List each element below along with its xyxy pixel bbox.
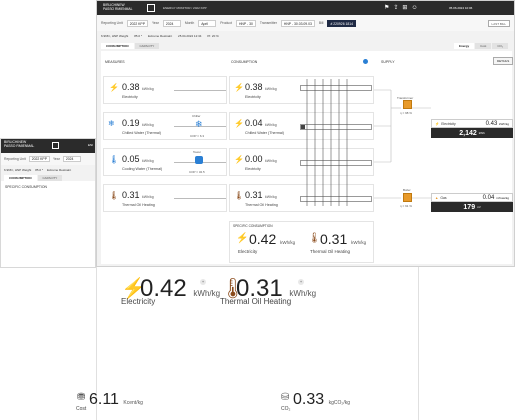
specific-consumption-detail: ⚡ 0.42 kWh/kg + Electricity 🌡 0.31 kWh/k… [76,267,419,420]
status-extra: 85.0 ⁿ [35,167,44,172]
status-extra: 85.0 ⁿ [134,33,143,38]
boiler-icon [403,193,412,202]
alert-icon[interactable]: ⚑ [384,4,389,12]
tab-capacity[interactable]: CAPACITY [37,175,63,181]
tab-consumption[interactable]: CONSUMPTION [4,175,37,181]
status-state: Extreme Restraint [148,33,173,38]
supply-card-top: ▲ Gas 0.04 m³Gas/kg [431,193,513,202]
product-select[interactable]: HNP - 30 [235,19,256,27]
logo-icon [147,4,155,12]
bill-label: Bill [318,21,324,25]
left-content: SPECIFIC CONSUMPTION [1,181,95,267]
supply-card-top: ⚡ Electricity 0.43 kWh/kg [431,119,513,128]
info-icon[interactable]: + [298,279,304,285]
flame-icon: 🌡 [308,233,321,244]
energy-flow-panel: Energy Cost CO₂ MEASURES CONSUMPTION SUP… [101,43,514,264]
brand-line2: PASSO RMIENMAL [4,143,35,148]
status-row: 6.968 t, HNP Weight 85.0 ⁿ Extreme Restr… [97,31,514,40]
bill-select[interactable]: # 220926 1814 [327,19,357,27]
chart-icon[interactable]: ⊞ [402,4,407,12]
product-label: Product [220,21,232,25]
plug-icon: ⚡ [236,233,249,244]
bottom-left-gutter [62,388,96,418]
co2-icon: ⛁ [281,392,290,403]
specific-title: SPECIFIC CONSUMPTION [233,224,273,228]
co2-label: CO₂ [281,406,291,412]
main-window: BIRLICHINEW PASSO RMIENMAL ENERGY MONITO… [96,0,515,267]
year-select[interactable]: 2024 [162,19,181,27]
transmitter-select[interactable]: HNP - 30.03.09.03 [280,19,315,27]
topbar-icons: ⚑ ⇪ ⊞ ☺ [384,4,418,12]
supply-total: 2,142 kWh [459,129,485,137]
specific-value: 0.31 kWh/kg [320,231,367,247]
filter-bar: Reporting Unit 2022 KPP Year 2024 Month … [97,15,514,31]
gas-icon: ▲ [435,195,439,200]
supply-node-label: Transformer [397,96,414,100]
view-energy[interactable]: Energy [453,43,475,49]
supply-label: Gas [440,195,447,200]
big-label-thermal: Thermal Oil Heating [220,297,292,306]
view-cost[interactable]: Cost [475,43,492,49]
left-tabs: CONSUMPTION CAPACITY [1,174,95,181]
status-date: 25.04.2024 12:34 [178,33,202,38]
big-label-electricity: Electricity [121,297,156,306]
year-select[interactable]: 2024 [62,156,81,162]
plug-icon: ⚡ [435,121,440,126]
tab-consumption[interactable]: CONSUMPTION [101,43,134,49]
topbar: BIRLICHINEW PASSO RMIENMAL ENERGY MONITO… [97,1,514,15]
supply-value: 0.04 m³Gas/kg [482,194,509,201]
status-run: 6.968 t, HNP Weight [101,33,129,38]
specific-label: Thermal Oil Heating [310,249,351,254]
left-window: BIRLICHINEW PASSO RMIENMAL ENI Reporting… [0,138,96,268]
user-icon[interactable]: ☺ [411,4,417,12]
status-state: Extreme Restraint [47,167,72,172]
left-topbar: BIRLICHINEW PASSO RMIENMAL ENI [1,139,95,153]
month-select[interactable]: April [198,19,217,27]
supply-card-electricity: ⚡ Electricity 0.43 kWh/kg 2,142 kWh [431,119,513,138]
status-run: 6.968 t, HNP Weight [4,167,32,172]
breadcrumb: ENERGY MONITOR / 2022 KPP [163,6,207,10]
brand-line2: PASSO RMIENMAL [103,6,133,11]
main-tabs: CONSUMPTION CAPACITY [97,40,514,49]
left-status-row: 6.968 t, HNP Weight 85.0 ⁿ Extreme Restr… [1,165,95,174]
reporting-unit-select[interactable]: 2022 KPP [28,156,50,162]
supply-value: 0.43 kWh/kg [485,120,509,127]
specific-value: 0.42 kWh/kg [249,231,296,247]
specific-consumption-card: SPECIFIC CONSUMPTION ⚡ 0.42 kWh/kg Elect… [229,221,374,263]
last-bill-button[interactable]: LAST BILL [487,19,510,27]
left-content-title: SPECIFIC CONSUMPTION [5,185,48,189]
supply-node-sub: η = 98 % [400,111,412,115]
transformer-icon [403,100,412,109]
header-datetime: 05.06.2024 10:06 [449,6,473,10]
view-co2[interactable]: CO₂ [492,43,508,49]
supply-card-gas: ▲ Gas 0.04 m³Gas/kg 179 m³ [431,193,513,212]
supply-total: 179 m³ [463,203,481,211]
status-progress: PI: 20 % [207,33,219,38]
year-label: Year [151,21,159,25]
transmitter-label: Transmitter [259,21,277,25]
co2-value: 0.33 kgCO₂/kg [293,391,350,408]
month-label: Month [184,21,195,25]
supply-label: Electricity [441,121,456,126]
brand: BIRLICHINEW PASSO RMIENMAL [103,3,133,11]
tab-capacity[interactable]: CAPACITY [134,43,160,49]
topbar-trail: ENI [87,143,93,147]
left-filter-bar: Reporting Unit 2022 KPP Year 2024 [1,153,95,165]
supply-node-sub: η = 91 % [400,204,412,208]
logo-icon [52,142,59,149]
export-icon[interactable]: ⇪ [393,4,398,12]
view-toggle: Energy Cost CO₂ [453,43,508,49]
year-label: Year [52,157,60,161]
info-icon[interactable]: + [200,279,206,285]
specific-label: Electricity [238,249,258,254]
reporting-unit-label: Reporting Unit [4,157,26,161]
reporting-unit-select[interactable]: 2022 KPP [126,19,148,27]
cost-value: 6.11 Kcent/kg [89,391,143,408]
supply-node-label: Boiler [403,188,411,192]
reporting-unit-label: Reporting Unit [101,21,123,25]
